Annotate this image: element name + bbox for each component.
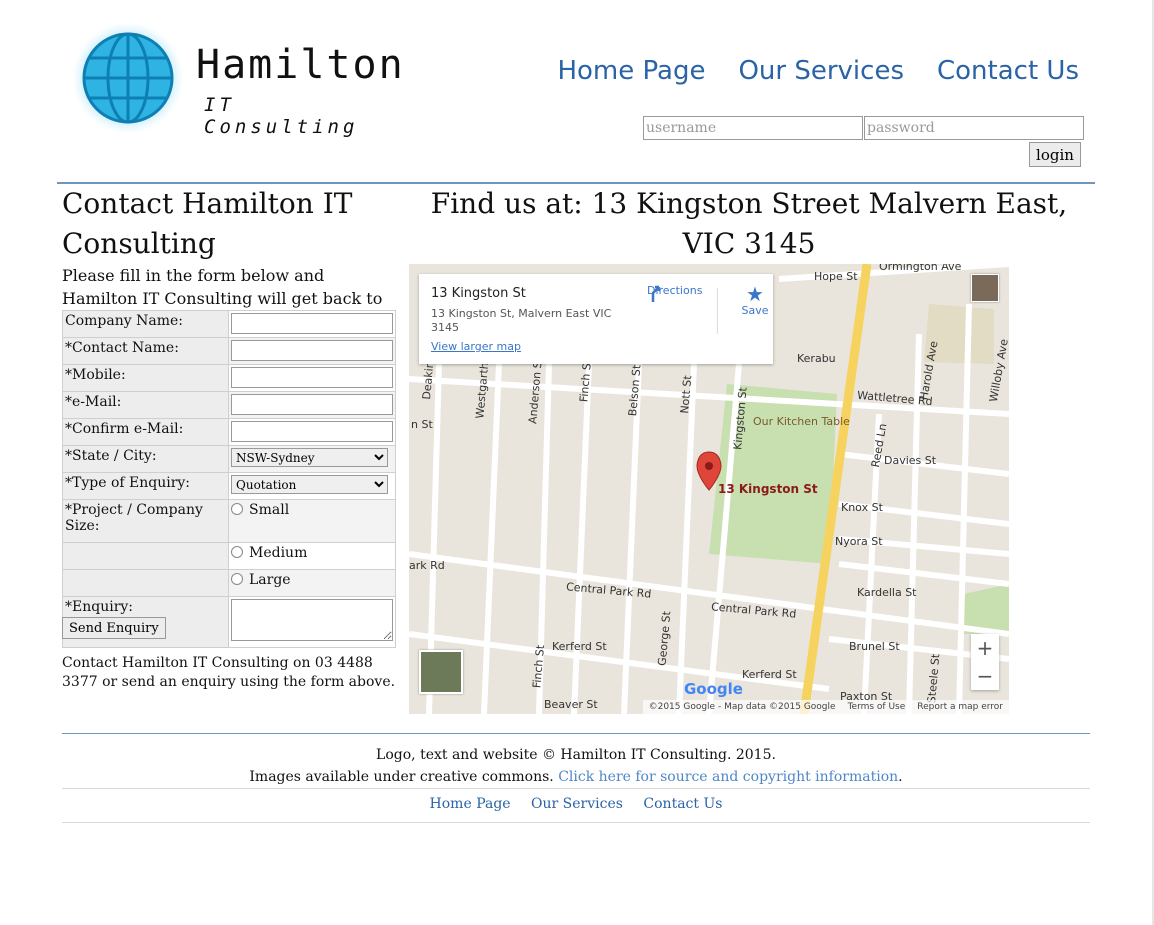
- map-street-label: Kerferd St: [742, 668, 797, 681]
- state-city-select[interactable]: NSW-Sydney: [231, 448, 388, 467]
- contact-note: Contact Hamilton IT Consulting on 03 448…: [62, 655, 396, 690]
- map-street-label: ark Rd: [409, 559, 445, 572]
- map-street-label: Kerabu: [797, 352, 836, 365]
- enquiry-type-select[interactable]: Quotation: [231, 475, 388, 494]
- username-input[interactable]: [643, 116, 863, 140]
- login-form: [643, 116, 1085, 140]
- company-name-label: Company Name:: [62, 310, 229, 338]
- mobile-label: *Mobile:: [62, 364, 229, 392]
- zoom-controls: + −: [971, 634, 999, 690]
- map-street-label: Kardella St: [857, 586, 917, 599]
- location-title: Find us at: 13 Kingston Street Malvern E…: [430, 187, 1068, 260]
- confirm-email-input[interactable]: [231, 421, 393, 442]
- enquiry-form: Company Name: *Contact Name: *Mobile: *e…: [62, 310, 396, 648]
- user-avatar[interactable]: [971, 274, 999, 302]
- email-label: *e-Mail:: [62, 391, 229, 419]
- card-divider: [717, 288, 718, 334]
- project-size-label: *Project / Company Size:: [62, 499, 229, 543]
- footer-copyright: Logo, text and website © Hamilton IT Con…: [62, 744, 1090, 788]
- nav-contact-us[interactable]: Contact Us: [937, 56, 1079, 86]
- footer-navigation: Home Page Our Services Contact Us: [62, 796, 1090, 812]
- map-street-label: Our Kitchen Table: [753, 415, 850, 428]
- footer-nav-bottom-rule: [62, 822, 1090, 823]
- map-pin-label: 13 Kingston St: [718, 482, 818, 496]
- embedded-map[interactable]: Hope St Ormington Ave Kerabu Wattletree …: [409, 264, 1009, 714]
- map-street-label: Kerferd St: [552, 640, 607, 653]
- nav-home-page[interactable]: Home Page: [557, 56, 705, 86]
- images-line-prefix: Images available under creative commons.: [249, 769, 559, 785]
- save-button[interactable]: ★ Save: [733, 284, 777, 317]
- map-street-label: Ormington Ave: [879, 264, 962, 273]
- email-input[interactable]: [231, 394, 393, 415]
- terms-link[interactable]: Terms of Use: [848, 700, 906, 714]
- contact-name-label: *Contact Name:: [62, 337, 229, 365]
- copyright-line: Logo, text and website © Hamilton IT Con…: [376, 747, 776, 763]
- footer-nav-contact-us[interactable]: Contact Us: [643, 796, 722, 812]
- size-spacer: [62, 542, 229, 570]
- images-line-suffix: .: [898, 769, 903, 785]
- top-navigation: Home Page Our Services Contact Us: [557, 56, 1079, 86]
- state-city-label: *State / City:: [62, 445, 229, 473]
- password-input[interactable]: [864, 116, 1084, 140]
- map-street-label: Hope St: [814, 270, 858, 283]
- map-street-label: Knox St: [841, 501, 883, 514]
- contact-title: Contact Hamilton IT Consulting: [62, 187, 353, 260]
- map-place-name: 13 Kingston St: [431, 286, 526, 301]
- globe-icon: [72, 22, 184, 134]
- brand-name: Hamilton: [196, 42, 405, 88]
- map-info-card: 13 Kingston St 13 Kingston St, Malvern E…: [419, 274, 773, 364]
- contact-name-input[interactable]: [231, 340, 393, 361]
- enquiry-type-label: *Type of Enquiry:: [62, 472, 229, 500]
- footer-nav-our-services[interactable]: Our Services: [531, 796, 623, 812]
- copyright-info-link[interactable]: Click here for source and copyright info…: [558, 769, 898, 785]
- brand-tagline: IT Consulting: [204, 94, 359, 138]
- map-street-label: n St: [411, 418, 433, 431]
- map-street-label: Davies St: [884, 454, 937, 467]
- size-small-label: Small: [249, 502, 290, 518]
- map-place-address: 13 Kingston St, Malvern East VIC 3145: [431, 307, 612, 334]
- size-large-label: Large: [249, 572, 291, 588]
- company-name-input[interactable]: [231, 313, 393, 334]
- nav-our-services[interactable]: Our Services: [738, 56, 904, 86]
- send-enquiry-button[interactable]: Send Enquiry: [62, 617, 166, 639]
- star-icon: ★: [746, 282, 764, 306]
- zoom-out-button[interactable]: −: [971, 662, 999, 690]
- directions-button[interactable]: Directions: [647, 284, 702, 302]
- size-small-radio[interactable]: [231, 503, 243, 515]
- view-larger-map-link[interactable]: View larger map: [431, 340, 521, 353]
- footer-divider: [62, 733, 1090, 734]
- map-street-label: Brunel St: [849, 640, 900, 653]
- map-copyright: ©2015 Google - Map data ©2015 Google: [648, 702, 836, 712]
- google-logo: Google: [684, 680, 743, 698]
- directions-icon: [651, 285, 661, 302]
- footer-nav-top-rule: [62, 788, 1090, 789]
- enquiry-textarea[interactable]: [231, 599, 393, 641]
- size-medium-radio[interactable]: [231, 546, 243, 558]
- footer-nav-home-page[interactable]: Home Page: [430, 796, 511, 812]
- map-street-label: Nyora St: [835, 535, 883, 548]
- satellite-toggle[interactable]: [419, 650, 463, 694]
- report-error-link[interactable]: Report a map error: [917, 700, 1003, 714]
- save-label: Save: [741, 304, 769, 317]
- size-large-radio[interactable]: [231, 573, 243, 585]
- login-button[interactable]: login: [1029, 142, 1081, 167]
- map-street-label: Beaver St: [544, 698, 598, 711]
- zoom-in-button[interactable]: +: [971, 634, 999, 662]
- size-spacer: [62, 569, 229, 597]
- map-footer: ©2015 Google - Map data ©2015 Google Ter…: [642, 700, 1009, 714]
- size-medium-label: Medium: [249, 545, 308, 561]
- brand-logo[interactable]: Hamilton IT Consulting: [72, 18, 403, 138]
- confirm-email-label: *Confirm e-Mail:: [62, 418, 229, 446]
- mobile-input[interactable]: [231, 367, 393, 388]
- google-logo-text: Google: [684, 680, 743, 698]
